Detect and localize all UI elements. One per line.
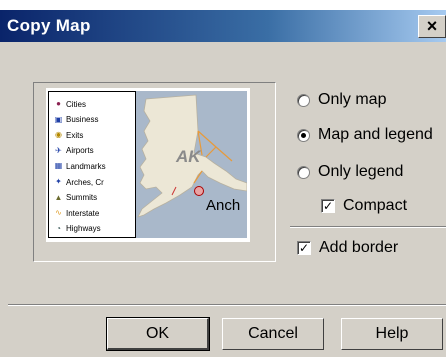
legend-item-label: Business: [66, 115, 99, 125]
legend-item-label: Airports: [66, 146, 94, 156]
buttons-separator: [8, 304, 446, 306]
map-city-label: Anch: [206, 197, 241, 214]
legend-item: ◉ Exits: [53, 129, 83, 141]
only-map-radio[interactable]: [297, 93, 310, 107]
legend-item: ▲ Summits: [53, 192, 98, 204]
summits-icon: ▲: [54, 192, 63, 202]
map-and-legend-label: Map and legend: [318, 126, 433, 143]
legend-item: ▦ Landmarks: [53, 160, 106, 172]
legend-item: ✦ Arches, Cr: [53, 176, 104, 188]
help-button[interactable]: Help: [341, 318, 443, 350]
business-icon: ▣: [54, 114, 63, 124]
only-map-option[interactable]: Only map: [297, 91, 386, 109]
legend-item: ∿ Interstate: [53, 207, 99, 219]
map-and-legend-option[interactable]: Map and legend: [297, 126, 433, 144]
compact-label: Compact: [343, 197, 408, 214]
legend-item-label: Landmarks: [66, 161, 106, 171]
legend-panel: ● Cities ▣ Business ◉ Exits ✈ Airports ▦ Landmark…: [48, 91, 136, 238]
legend-item-label: Arches, Cr: [66, 177, 104, 187]
map-state-label: AK: [176, 147, 201, 166]
map-city-marker-icon: [194, 186, 204, 196]
title-bar[interactable]: Copy Map ×: [0, 10, 446, 42]
legend-item: ◔ Highways: [53, 223, 101, 235]
add-border-checkbox[interactable]: ✓: [297, 241, 311, 255]
legend-item: ✈ Airports: [53, 145, 94, 157]
dialog-title: Copy Map: [7, 16, 91, 35]
map-and-legend-radio[interactable]: [297, 128, 310, 142]
compact-option[interactable]: ✓ Compact: [321, 197, 407, 215]
exits-icon: ◉: [55, 130, 62, 140]
add-border-label: Add border: [319, 239, 399, 256]
close-button[interactable]: ×: [418, 15, 446, 38]
only-legend-option[interactable]: Only legend: [297, 163, 403, 181]
cancel-button[interactable]: Cancel: [222, 318, 324, 350]
only-legend-label: Only legend: [318, 163, 404, 180]
legend-item: ▣ Business: [53, 114, 99, 126]
legend-item-label: Exits: [66, 130, 84, 140]
interstate-icon: ∿: [55, 208, 62, 218]
ok-button[interactable]: OK: [106, 317, 210, 351]
landmarks-icon: ▦: [54, 161, 63, 171]
map-preview: ● Cities ▣ Business ◉ Exits ✈ Airports ▦ Landmark…: [46, 88, 250, 242]
legend-item-label: Cities: [66, 99, 87, 109]
cities-icon: ●: [56, 99, 61, 108]
compact-checkbox[interactable]: ✓: [321, 199, 335, 213]
highways-icon: ◔: [56, 223, 61, 233]
add-border-option[interactable]: ✓ Add border: [297, 239, 398, 257]
options-separator: [290, 226, 446, 228]
legend-item-label: Summits: [66, 193, 98, 203]
only-legend-radio[interactable]: [297, 165, 310, 179]
legend-item: ● Cities: [53, 98, 86, 110]
legend-item-label: Interstate: [66, 208, 100, 218]
airports-icon: ✈: [55, 145, 62, 155]
map-image: AK Anch: [136, 91, 247, 238]
only-map-label: Only map: [318, 91, 387, 108]
legend-item-label: Highways: [66, 224, 101, 234]
arches-icon: ✦: [55, 177, 62, 186]
